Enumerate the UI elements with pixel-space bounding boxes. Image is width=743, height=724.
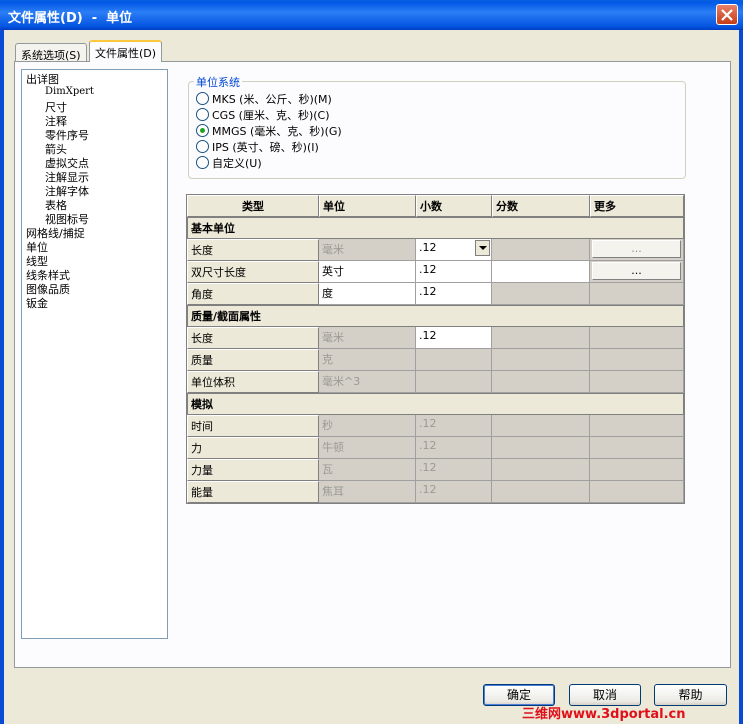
tree-item-dimxpert[interactable]: DimXpert <box>45 86 94 97</box>
decimal-cell-energy: .12 <box>416 481 492 503</box>
row-label-time: 时间 <box>187 415 319 437</box>
section-simulation: 模拟 <box>187 393 684 415</box>
row-label-force: 力 <box>187 437 319 459</box>
radio-label: MMGS (毫米、克、秒)(G) <box>212 125 342 138</box>
unit-cell-time: 秒 <box>319 415 416 437</box>
radio-label: IPS (英寸、磅、秒)(I) <box>212 141 319 154</box>
decimal-cell-mass <box>416 349 492 371</box>
decimal-value: .12 <box>419 241 437 254</box>
unit-cell-dual-length[interactable]: 英寸 <box>319 261 416 283</box>
column-header-unit: 单位 <box>319 195 416 217</box>
more-button-length[interactable]: ... <box>592 240 681 258</box>
section-mass-properties: 质量/截面属性 <box>187 305 684 327</box>
radio-circle[interactable] <box>196 92 209 105</box>
unit-cell-mass-length: 毫米 <box>319 327 416 349</box>
more-cell-dual-length: ... <box>590 261 684 283</box>
decimal-cell-mass-length[interactable]: .12 <box>416 327 492 349</box>
decimal-cell-angle[interactable]: .12 <box>416 283 492 305</box>
row-label-unit-volume: 单位体积 <box>187 371 319 393</box>
window-frame-left <box>0 30 4 724</box>
fraction-cell-mass <box>492 349 590 371</box>
radio-custom[interactable]: 自定义(U) <box>196 155 262 170</box>
close-icon <box>721 9 733 21</box>
window-title: 文件属性(D) - 单位 <box>8 11 133 26</box>
fraction-cell-mass-length <box>492 327 590 349</box>
decimal-cell-force: .12 <box>416 437 492 459</box>
unit-cell-mass: 克 <box>319 349 416 371</box>
tree-item-detailing[interactable]: 出详图 <box>26 71 59 87</box>
radio-mmgs[interactable]: MMGS (毫米、克、秒)(G) <box>196 123 342 138</box>
row-label-energy: 能量 <box>187 481 319 503</box>
chevron-down-icon[interactable] <box>475 240 490 256</box>
column-header-type: 类型 <box>187 195 319 217</box>
close-button[interactable] <box>716 4 738 25</box>
more-button-dual-length[interactable]: ... <box>592 262 681 280</box>
units-grid: 类型 单位 小数 分数 更多 基本单位 长度 毫米 .12 ... 双尺寸长度 … <box>186 194 685 504</box>
more-cell-time <box>590 415 684 437</box>
more-cell-mass <box>590 349 684 371</box>
row-label-mass: 质量 <box>187 349 319 371</box>
more-cell-energy <box>590 481 684 503</box>
radio-circle[interactable] <box>196 108 209 121</box>
decimal-cell-unit-volume <box>416 371 492 393</box>
options-tree[interactable]: 出详图 DimXpert 尺寸 注释 零件序号 箭头 虚拟交点 注解显示 注解字… <box>21 69 168 639</box>
tree-item-sheet-metal[interactable]: 钣金 <box>26 295 48 311</box>
fraction-cell-length <box>492 239 590 261</box>
unit-cell-unit-volume: 毫米^3 <box>319 371 416 393</box>
decimal-cell-dual-length[interactable]: .12 <box>416 261 492 283</box>
tab-document-properties[interactable]: 文件属性(D) <box>89 40 163 62</box>
row-label-dual-length: 双尺寸长度 <box>187 261 319 283</box>
section-basic-units: 基本单位 <box>187 217 684 239</box>
radio-label: CGS (厘米、克、秒)(C) <box>212 109 330 122</box>
radio-cgs[interactable]: CGS (厘米、克、秒)(C) <box>196 107 330 122</box>
decimal-cell-power: .12 <box>416 459 492 481</box>
radio-circle[interactable] <box>196 156 209 169</box>
fraction-cell-power <box>492 459 590 481</box>
fraction-cell-angle <box>492 283 590 305</box>
unit-cell-length[interactable]: 毫米 <box>319 239 416 261</box>
row-label-mass-length: 长度 <box>187 327 319 349</box>
unit-cell-angle[interactable]: 度 <box>319 283 416 305</box>
fraction-cell-force <box>492 437 590 459</box>
more-cell-angle <box>590 283 684 305</box>
fraction-cell-unit-volume <box>492 371 590 393</box>
more-cell-unit-volume <box>590 371 684 393</box>
unit-cell-force: 牛顿 <box>319 437 416 459</box>
fraction-cell-dual-length[interactable] <box>492 261 590 283</box>
column-header-fractions: 分数 <box>492 195 590 217</box>
decimal-dropdown-length[interactable]: .12 <box>416 239 492 261</box>
fraction-cell-energy <box>492 481 590 503</box>
more-cell-length: ... <box>590 239 684 261</box>
row-label-power: 力量 <box>187 459 319 481</box>
unit-cell-energy: 焦耳 <box>319 481 416 503</box>
radio-label: 自定义(U) <box>212 157 262 170</box>
column-header-decimals: 小数 <box>416 195 492 217</box>
more-cell-mass-length <box>590 327 684 349</box>
more-cell-force <box>590 437 684 459</box>
decimal-cell-time: .12 <box>416 415 492 437</box>
radio-mks[interactable]: MKS (米、公斤、秒)(M) <box>196 91 332 106</box>
watermark: 三维网www.3dportal.cn <box>522 707 686 722</box>
more-cell-power <box>590 459 684 481</box>
radio-circle-selected[interactable] <box>196 124 209 137</box>
unit-system-group-label: 单位系统 <box>194 74 242 90</box>
row-label-angle: 角度 <box>187 283 319 305</box>
radio-ips[interactable]: IPS (英寸、磅、秒)(I) <box>196 139 319 154</box>
fraction-cell-time <box>492 415 590 437</box>
unit-cell-power: 瓦 <box>319 459 416 481</box>
row-label-length: 长度 <box>187 239 319 261</box>
column-header-more: 更多 <box>590 195 684 217</box>
radio-circle[interactable] <box>196 140 209 153</box>
tab-system-options[interactable]: 系统选项(S) <box>15 43 87 62</box>
window-frame-right <box>739 30 743 724</box>
radio-label: MKS (米、公斤、秒)(M) <box>212 93 332 106</box>
